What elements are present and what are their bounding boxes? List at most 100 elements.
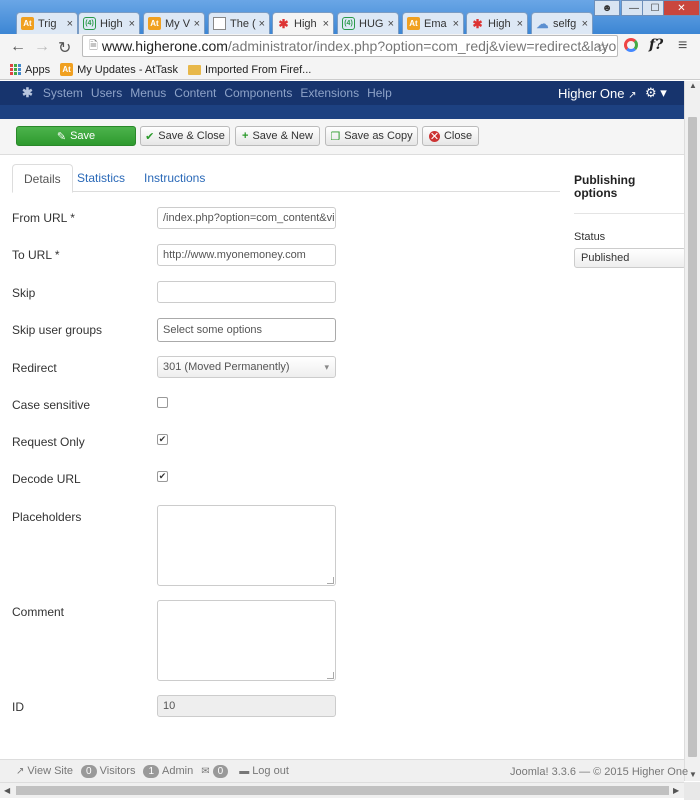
attask-icon: At: [60, 63, 74, 76]
bookmark-folder-imported[interactable]: Imported From Firef...: [187, 64, 311, 76]
browser-tab-active[interactable]: ✱ High ×: [272, 12, 334, 34]
browser-tab[interactable]: At Trig ×: [16, 12, 78, 34]
tab-title: selfg: [553, 17, 577, 30]
menu-users[interactable]: Users: [91, 86, 122, 100]
color-extension-icon[interactable]: [624, 38, 638, 52]
bookmark-apps[interactable]: Apps: [10, 64, 50, 76]
admin-label: Admin: [162, 765, 194, 777]
menu-content[interactable]: Content: [174, 86, 216, 100]
decode-url-checkbox[interactable]: ✔: [157, 471, 168, 482]
skip-input[interactable]: [157, 281, 336, 303]
messages-link[interactable]: ✉ 0: [201, 764, 231, 778]
request-only-checkbox[interactable]: ✔: [157, 434, 168, 445]
close-circle-icon: ✕: [428, 130, 440, 143]
menu-help[interactable]: Help: [367, 86, 392, 100]
scroll-up-icon[interactable]: ▲: [689, 81, 697, 90]
visitors-label: Visitors: [99, 765, 136, 777]
copy-icon: ❐: [330, 130, 341, 143]
browser-tab[interactable]: At Ema ×: [402, 12, 464, 34]
menu-extensions[interactable]: Extensions: [300, 86, 359, 100]
scroll-left-icon[interactable]: ◀: [4, 786, 10, 795]
browser-tab[interactable]: At My V ×: [143, 12, 205, 34]
logout-label: Log out: [252, 765, 289, 777]
horizontal-scrollbar[interactable]: ◀ ▶: [0, 782, 684, 798]
from-url-label: From URL *: [12, 211, 75, 225]
user-icon[interactable]: ☻: [594, 0, 620, 16]
save-copy-button[interactable]: ❐ Save as Copy: [325, 126, 418, 146]
browser-tab[interactable]: (4) High ×: [78, 12, 140, 34]
view-site-label: View Site: [27, 765, 74, 777]
logout-link[interactable]: ▬ Log out: [239, 765, 289, 777]
view-site-link[interactable]: ↗ View Site: [16, 765, 73, 777]
skip-user-groups-select[interactable]: Select some options: [157, 318, 336, 342]
joomla-icon: ✱: [472, 16, 483, 31]
browser-tab[interactable]: (4) HUG ×: [337, 12, 399, 34]
save-new-button[interactable]: + Save & New: [235, 126, 320, 146]
close-icon[interactable]: ×: [517, 18, 523, 30]
close-icon[interactable]: ×: [259, 18, 265, 30]
scroll-right-icon[interactable]: ▶: [673, 786, 679, 795]
bookmark-attask[interactable]: At My Updates - AtTask: [60, 63, 178, 76]
reload-icon[interactable]: ↻: [58, 38, 71, 58]
form-tabs: Details Statistics Instructions: [12, 164, 560, 193]
browser-tab[interactable]: ☁ selfg ×: [531, 12, 593, 34]
admin-navbar: ✱ System Users Menus Content Components …: [0, 81, 684, 105]
scroll-thumb[interactable]: [688, 117, 697, 757]
save-close-button[interactable]: ✔ Save & Close: [140, 126, 230, 146]
close-button[interactable]: ✕ Close: [422, 126, 479, 146]
admin-link[interactable]: 1 Admin: [143, 764, 194, 778]
url-path: /administrator/index.php?option=com_redj…: [227, 38, 618, 54]
forward-icon[interactable]: →: [34, 38, 50, 56]
joomla-logo-icon[interactable]: ✱: [22, 85, 33, 101]
menu-system[interactable]: System: [43, 86, 83, 100]
visitors-link[interactable]: 0 Visitors: [81, 764, 136, 778]
redirect-select[interactable]: 301 (Moved Permanently): [157, 356, 336, 378]
to-url-input[interactable]: http://www.myonemoney.com: [157, 244, 336, 266]
tab-statistics[interactable]: Statistics: [66, 164, 136, 192]
comment-label: Comment: [12, 605, 65, 619]
browser-tab[interactable]: The ( ×: [208, 12, 270, 34]
address-bar[interactable]: 🗎 www.higherone.com/administrator/index.…: [82, 35, 618, 57]
bookmark-star-icon[interactable]: ☆: [596, 38, 609, 56]
close-icon[interactable]: ×: [582, 18, 588, 30]
count-icon: (4): [83, 17, 96, 30]
placeholders-textarea[interactable]: [157, 505, 336, 586]
attask-icon: At: [148, 17, 161, 30]
menu-menus[interactable]: Menus: [130, 86, 166, 100]
from-url-input[interactable]: /index.php?option=com_content&vie: [157, 207, 336, 229]
close-icon[interactable]: ×: [67, 18, 73, 30]
save-new-label: Save & New: [252, 130, 313, 142]
tab-details[interactable]: Details: [12, 164, 73, 193]
placeholders-label: Placeholders: [12, 510, 82, 524]
bookmarks-bar: Apps At My Updates - AtTask Imported Fro…: [0, 60, 700, 80]
browser-tab[interactable]: ✱ High ×: [466, 12, 528, 34]
comment-textarea[interactable]: [157, 600, 336, 681]
back-icon[interactable]: ←: [10, 38, 26, 56]
status-label: Status: [574, 231, 606, 243]
close-icon[interactable]: ×: [129, 18, 135, 30]
status-select[interactable]: Published: [574, 248, 686, 268]
tab-title: High: [294, 17, 317, 30]
url-host: www.higherone.com: [101, 38, 228, 54]
apps-icon: [10, 64, 21, 75]
save-button[interactable]: ✎ Save: [16, 126, 136, 146]
site-link[interactable]: Higher One ↗: [558, 86, 637, 101]
tab-title: The (: [230, 17, 256, 30]
redirect-label: Redirect: [12, 361, 57, 375]
scroll-down-icon[interactable]: ▼: [689, 770, 697, 779]
close-label: Close: [443, 130, 473, 142]
close-icon[interactable]: ×: [388, 18, 394, 30]
font-extension-icon[interactable]: f?: [649, 37, 663, 53]
menu-components[interactable]: Components: [224, 86, 292, 100]
chrome-menu-icon[interactable]: ≡: [678, 37, 687, 55]
gear-icon[interactable]: ⚙ ▾: [645, 85, 667, 101]
window-close-icon[interactable]: ✕: [663, 0, 700, 16]
close-icon[interactable]: ×: [194, 18, 200, 30]
vertical-scrollbar[interactable]: ▲ ▼: [684, 81, 700, 781]
case-sensitive-checkbox[interactable]: [157, 397, 168, 408]
messages-count: 0: [212, 764, 229, 778]
close-icon[interactable]: ×: [453, 18, 459, 30]
tab-instructions[interactable]: Instructions: [133, 164, 216, 192]
close-icon[interactable]: ×: [323, 18, 329, 30]
scroll-thumb[interactable]: [16, 786, 669, 795]
